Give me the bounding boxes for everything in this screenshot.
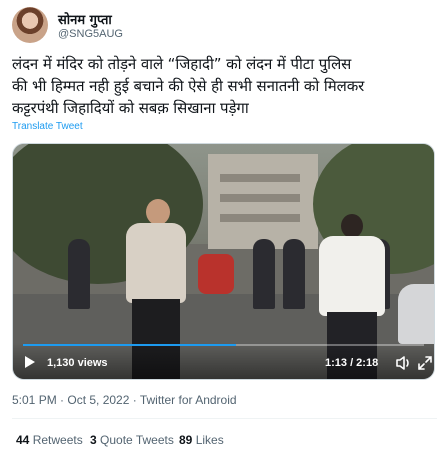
likes-count: 89 [179,433,193,447]
video-progress-fill [23,344,236,346]
tweet-text-line: कट्टरपंथी जिहादियों को सबक़ सिखाना पड़ेग… [12,99,249,117]
translate-tweet-link[interactable]: Translate Tweet [12,121,83,132]
retweets-stat[interactable]: 44 Retweets [16,433,83,447]
tweet-timestamp[interactable]: 5:01 PM · Oct 5, 2022 · Twitter for Andr… [12,393,237,407]
likes-label: Likes [195,433,224,447]
tweet-text-line: की भी हिम्मत नही हुई बचाने की ऐसे ही सभी… [12,77,365,95]
divider [12,418,437,419]
play-icon[interactable] [25,356,35,368]
quote-tweets-stat[interactable]: 3 Quote Tweets [90,433,174,447]
tweet-text: लंदन में मंदिर को तोड़ने वाले “जिहादी” क… [12,53,437,119]
tweet-header: सोनम गुप्ता @SNG5AUG [12,7,432,47]
avatar[interactable] [12,7,48,43]
quote-tweets-count: 3 [90,433,97,447]
view-count: 1,130 views [47,357,108,369]
expand-icon[interactable] [417,355,433,371]
tweet-text-line: लंदन में मंदिर को तोड़ने वाले “जिहादी” क… [12,55,352,73]
retweets-label: Retweets [32,433,83,447]
volume-icon[interactable] [395,355,413,371]
video-player[interactable]: 1,130 views 1:13 / 2:18 [12,143,435,380]
author-name[interactable]: सोनम गुप्ता [58,10,112,28]
video-time: 1:13 / 2:18 [325,357,379,369]
tweet-stats: 44 Retweets 3 Quote Tweets 89 Likes [12,433,437,449]
video-progress-bar[interactable] [23,344,424,346]
retweets-count: 44 [16,433,30,447]
author-handle[interactable]: @SNG5AUG [58,28,123,40]
likes-stat[interactable]: 89 Likes [179,433,224,447]
quote-tweets-label: Quote Tweets [100,433,174,447]
